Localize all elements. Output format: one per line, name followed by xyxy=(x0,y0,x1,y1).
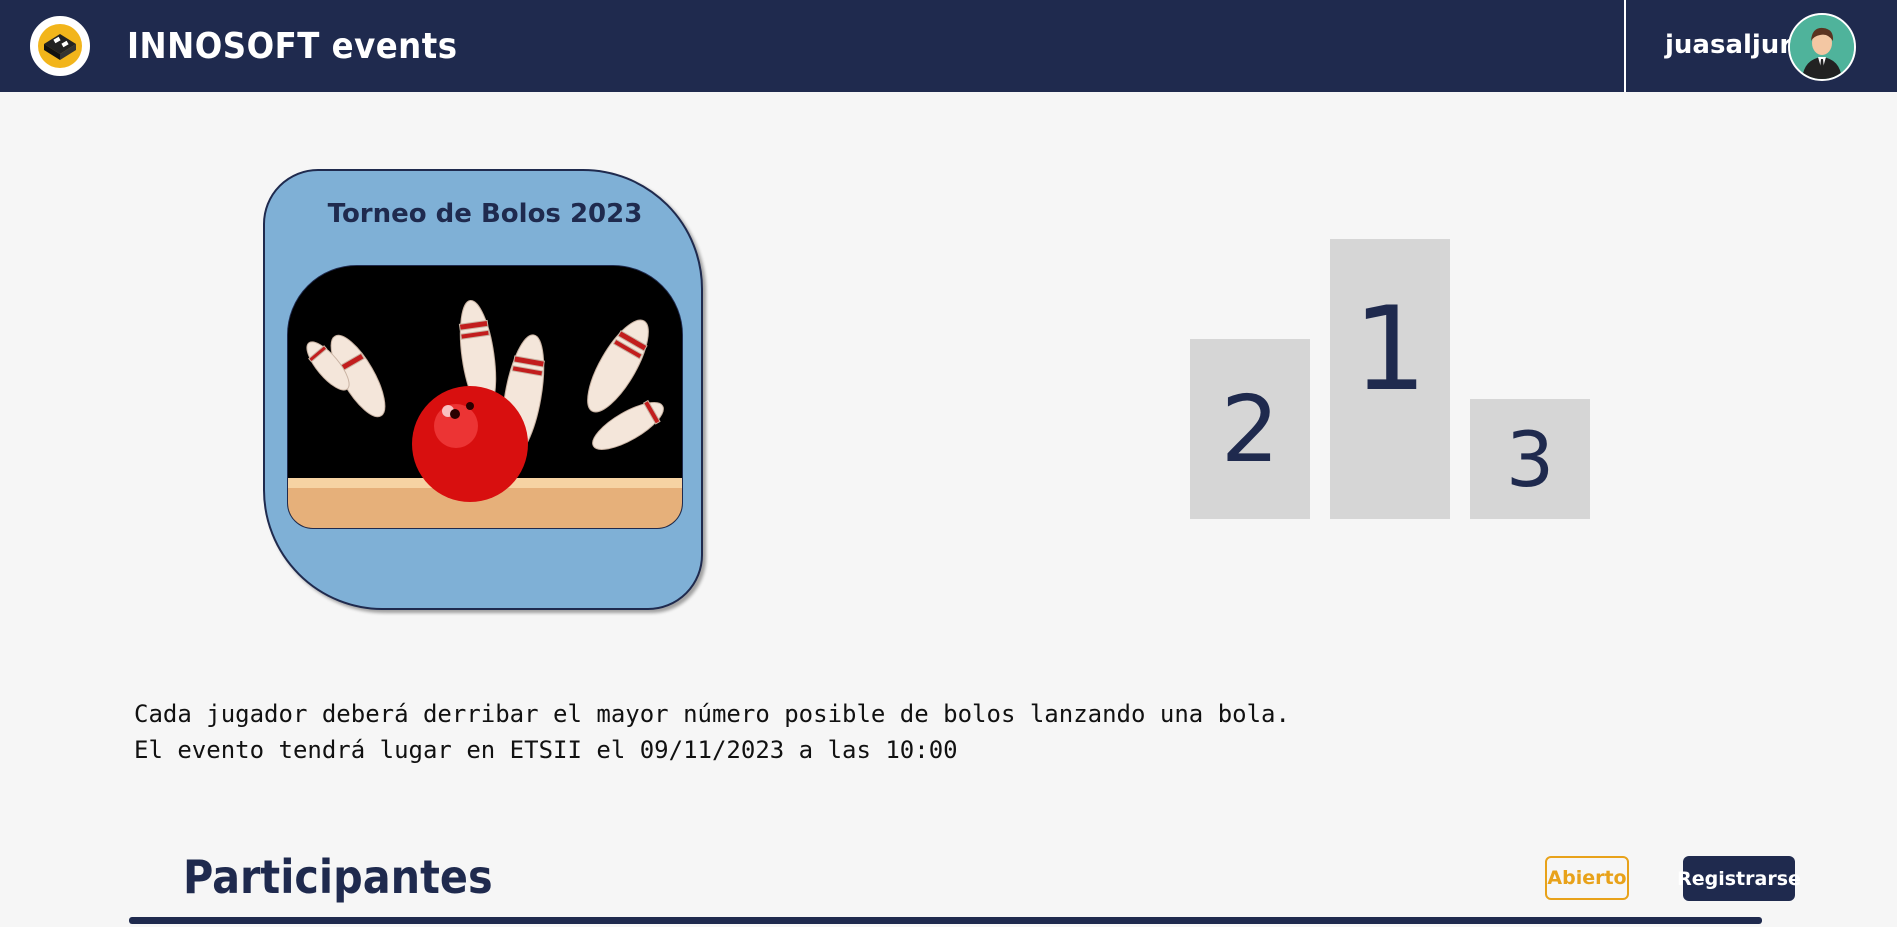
user-avatar-icon[interactable] xyxy=(1788,13,1856,81)
participants-heading: Participantes xyxy=(183,850,493,904)
event-description: Cada jugador deberá derribar el mayor nú… xyxy=(134,696,1290,768)
section-divider xyxy=(129,917,1762,924)
status-badge: Abierto xyxy=(1545,856,1629,900)
event-card: Torneo de Bolos 2023 xyxy=(263,169,703,610)
top-navbar: INNOSOFT events juasaljur xyxy=(0,0,1897,92)
register-button[interactable]: Registrarse xyxy=(1677,856,1801,901)
description-line-1: Cada jugador deberá derribar el mayor nú… xyxy=(134,700,1290,728)
username-label[interactable]: juasaljur xyxy=(1665,30,1792,60)
app-logo-icon[interactable] xyxy=(27,13,93,79)
bowling-image xyxy=(287,265,683,529)
brand-title[interactable]: INNOSOFT events xyxy=(127,26,458,67)
podium-second: 2 xyxy=(1190,339,1310,519)
podium-first: 1 xyxy=(1330,239,1450,519)
podium-third: 3 xyxy=(1470,399,1590,519)
event-title: Torneo de Bolos 2023 xyxy=(327,199,643,229)
header-divider xyxy=(1624,0,1626,92)
description-line-2: El evento tendrá lugar en ETSII el 09/11… xyxy=(134,736,958,764)
